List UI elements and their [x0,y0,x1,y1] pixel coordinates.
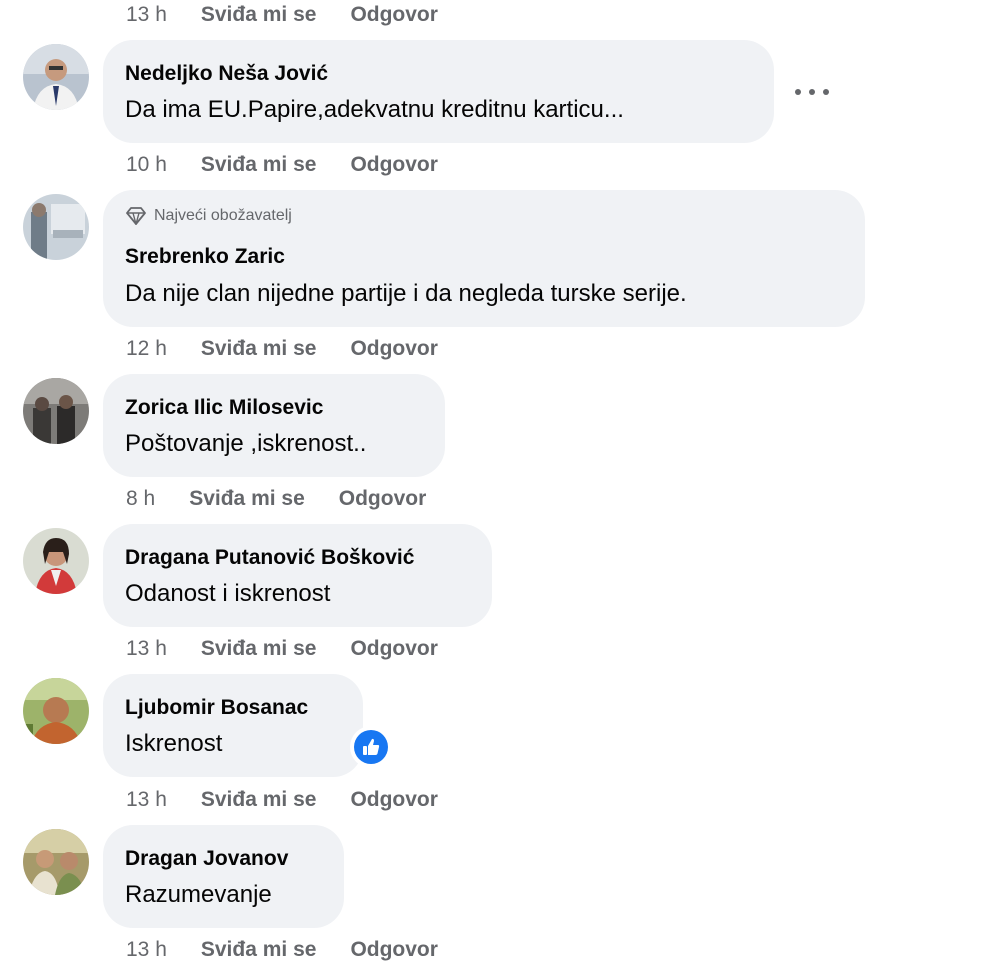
comment-time[interactable]: 13 h [126,637,167,661]
comment-author[interactable]: Ljubomir Bosanac [125,696,308,720]
comment-time[interactable]: 8 h [126,487,155,511]
reply-button[interactable]: Odgovor [350,3,438,27]
comment-time[interactable]: 13 h [126,788,167,812]
badge-label: Najveći obožavatelj [154,207,292,224]
like-button[interactable]: Sviđa mi se [201,153,317,177]
comment-text: Razumevanje [125,881,272,908]
comment-time[interactable]: 13 h [126,938,167,962]
avatar[interactable] [23,528,89,594]
comment-time[interactable]: 12 h [126,337,167,361]
comment-text: Da nije clan nijedne partije i da negled… [125,280,687,307]
like-button[interactable]: Sviđa mi se [201,788,317,812]
avatar[interactable] [23,678,89,744]
comment-actions: 13 h Sviđa mi se Odgovor [126,935,438,965]
comment-time[interactable]: 13 h [126,3,167,27]
avatar[interactable] [23,378,89,444]
comment-author[interactable]: Zorica Ilic Milosevic [125,396,323,420]
like-button[interactable]: Sviđa mi se [201,938,317,962]
like-button[interactable]: Sviđa mi se [201,3,317,27]
more-options-icon[interactable] [795,78,829,106]
comment-author[interactable]: Srebrenko Zaric [125,245,285,269]
comment-text: Poštovanje ,iskrenost.. [125,430,367,457]
diamond-icon [126,207,146,225]
like-button[interactable]: Sviđa mi se [201,337,317,361]
like-button[interactable]: Sviđa mi se [201,637,317,661]
comment-bubble: Nedeljko Neša Jović Da ima EU.Papire,ade… [103,40,774,143]
avatar[interactable] [23,194,89,260]
comment-actions: 13 h Sviđa mi se Odgovor [126,785,438,815]
avatar[interactable] [23,44,89,110]
comment-author[interactable]: Nedeljko Neša Jović [125,62,328,86]
top-fan-badge: Najveći obožavatelj [125,207,292,225]
reply-button[interactable]: Odgovor [350,938,438,962]
comment-text: Iskrenost [125,730,223,757]
comment-time[interactable]: 10 h [126,153,167,177]
comment-actions: 8 h Sviđa mi se Odgovor [126,484,426,514]
comment-author[interactable]: Dragana Putanović Bošković [125,546,414,570]
like-reaction-badge[interactable] [350,726,392,768]
comment-bubble: Dragana Putanović Bošković Odanost i isk… [103,524,492,627]
comment-bubble: Ljubomir Bosanac Iskrenost [103,674,363,777]
comment-bubble: Zorica Ilic Milosevic Poštovanje ,iskren… [103,374,445,477]
reply-button[interactable]: Odgovor [350,637,438,661]
like-button[interactable]: Sviđa mi se [189,487,305,511]
reply-button[interactable]: Odgovor [339,487,427,511]
avatar[interactable] [23,829,89,895]
comment-bubble: Dragan Jovanov Razumevanje [103,825,344,928]
comment-bubble: Najveći obožavatelj Srebrenko Zaric Da n… [103,190,865,327]
like-icon [363,738,380,755]
comment-actions: 12 h Sviđa mi se Odgovor [126,334,438,364]
reply-button[interactable]: Odgovor [350,153,438,177]
comment-author[interactable]: Dragan Jovanov [125,847,288,871]
comment-text: Odanost i iskrenost [125,580,331,607]
comment-text: Da ima EU.Papire,adekvatnu kreditnu kart… [125,96,624,123]
comment-actions: 13 h Sviđa mi se Odgovor [126,0,438,30]
reply-button[interactable]: Odgovor [350,337,438,361]
comment-actions: 10 h Sviđa mi se Odgovor [126,150,438,180]
comment-actions: 13 h Sviđa mi se Odgovor [126,634,438,664]
reply-button[interactable]: Odgovor [350,788,438,812]
